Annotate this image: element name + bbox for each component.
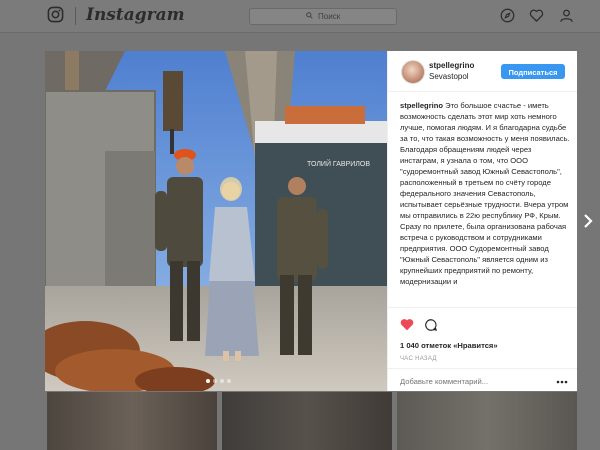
instagram-glyph-icon[interactable] <box>47 6 64 28</box>
feed-thumbnail <box>47 392 217 450</box>
search-icon <box>306 12 315 21</box>
post-location[interactable]: Sevastopol <box>429 72 469 81</box>
caption-text: Это большое счастье - иметь возможность … <box>400 101 570 286</box>
compass-icon[interactable] <box>500 8 515 28</box>
ship-name-text: ТОЛИЙ ГАВРИЛОВ <box>307 159 370 168</box>
avatar[interactable] <box>401 60 425 84</box>
post-side-panel: stpellegrino Sevastopol Подписаться stpe… <box>387 51 577 391</box>
next-post-arrow-icon[interactable] <box>583 213 593 234</box>
top-navigation-bar: Instagram Поиск <box>0 0 600 33</box>
post-actions: 1 040 отметок «Нравится» ЧАС НАЗАД <box>388 307 577 391</box>
caption-username[interactable]: stpellegrino <box>400 101 443 110</box>
more-options-icon[interactable] <box>556 375 568 391</box>
add-comment-row <box>388 368 577 391</box>
instagram-wordmark[interactable]: Instagram <box>86 5 185 25</box>
comment-input[interactable] <box>400 375 550 387</box>
nav-divider <box>75 7 76 25</box>
post-timestamp: ЧАС НАЗАД <box>400 356 437 362</box>
post-photo[interactable]: ТОЛИЙ ГАВРИЛОВ <box>45 51 387 391</box>
feed-thumbnail <box>222 392 392 450</box>
like-heart-icon[interactable] <box>400 318 414 336</box>
heart-icon[interactable] <box>529 8 544 28</box>
profile-icon[interactable] <box>559 8 574 28</box>
search-box[interactable]: Поиск <box>249 8 397 25</box>
post-caption: stpellegrino Это большое счастье - иметь… <box>400 100 570 306</box>
post-modal: ТОЛИЙ ГАВРИЛОВ stpellegrino Sevastopol П… <box>45 51 577 391</box>
post-username[interactable]: stpellegrino <box>429 61 474 70</box>
likes-count[interactable]: 1 040 отметок «Нравится» <box>400 341 498 350</box>
comment-icon[interactable] <box>424 318 438 337</box>
feed-thumbnail <box>397 392 577 450</box>
post-header: stpellegrino Sevastopol Подписаться <box>388 51 577 92</box>
follow-button[interactable]: Подписаться <box>501 64 565 79</box>
search-placeholder: Поиск <box>318 12 341 21</box>
